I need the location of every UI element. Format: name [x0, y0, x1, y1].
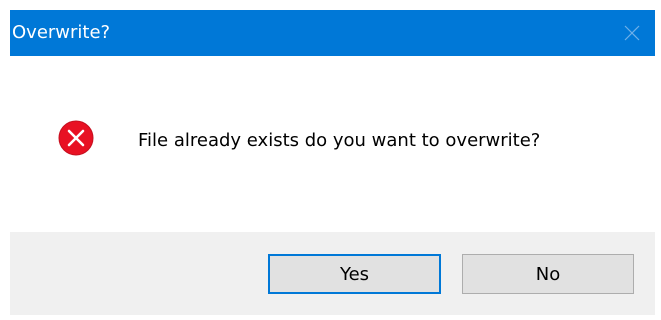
dialog-content: File already exists do you want to overw…: [10, 56, 655, 232]
message-text: File already exists do you want to overw…: [138, 130, 541, 151]
button-bar: Yes No: [10, 232, 655, 315]
yes-button[interactable]: Yes: [268, 254, 441, 294]
no-button[interactable]: No: [462, 254, 634, 294]
overwrite-dialog: Overwrite? File already exists do you wa…: [10, 10, 655, 315]
title-bar[interactable]: Overwrite?: [10, 10, 655, 56]
close-button[interactable]: [609, 10, 655, 56]
close-icon: [624, 25, 640, 41]
dialog-title: Overwrite?: [12, 22, 111, 43]
error-icon: [58, 120, 94, 156]
